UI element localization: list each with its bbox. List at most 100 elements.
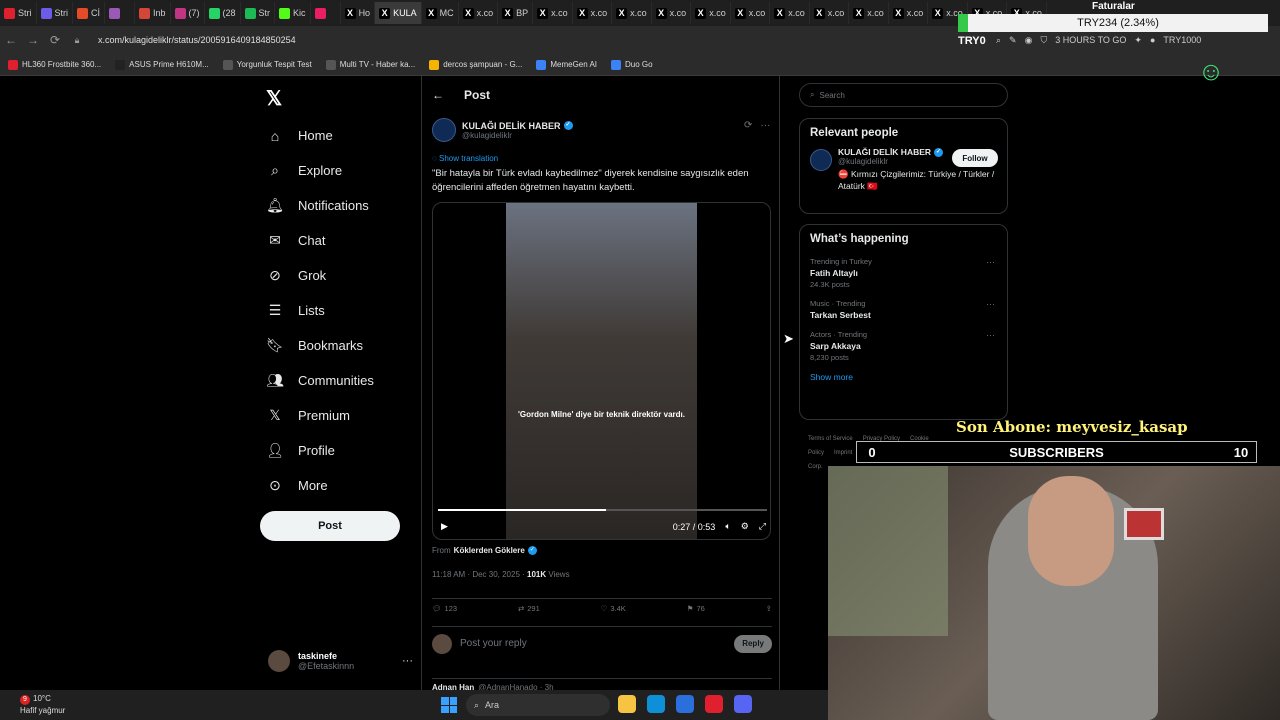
search-input[interactable]: ⌕ Search xyxy=(799,83,1008,107)
trend-item[interactable]: Trending in Turkey Fatih Altaylı 24.3K pos… xyxy=(800,253,1007,295)
url-field[interactable]: x.com/kulagideliklr/status/2005916409184… xyxy=(98,35,296,45)
grok-icon[interactable]: ⟳ xyxy=(744,120,752,131)
bookmark-item[interactable]: Yorgunluk Tespit Test xyxy=(222,59,312,70)
post-timestamp[interactable]: 11:18 AM · Dec 30, 2025 · xyxy=(432,570,525,579)
browser-tab[interactable]: Xx.co xyxy=(612,2,652,24)
browser-tab[interactable]: Xx.co xyxy=(849,2,889,24)
follow-button[interactable]: Follow xyxy=(952,149,998,167)
sidebar-item-profile[interactable]: 👤︎ Profile xyxy=(266,433,374,468)
browser-tab[interactable]: (28 xyxy=(205,2,241,24)
trend-item[interactable]: Actors · Trending Sarp Akkaya 8,230 posts ·… xyxy=(800,326,1007,368)
repost-action[interactable]: ⇄ 291 xyxy=(518,599,540,614)
search-icon[interactable]: ⌕ xyxy=(996,35,1001,46)
windows-start-icon[interactable] xyxy=(441,697,457,713)
browser-tab[interactable] xyxy=(105,2,135,24)
browser-tab[interactable]: Xx.co xyxy=(691,2,731,24)
file-explorer-icon[interactable] xyxy=(618,695,636,713)
browser-tab[interactable]: Str xyxy=(241,2,276,24)
forward-nav-icon[interactable]: → xyxy=(22,33,44,47)
sidebar-item-explore[interactable]: ⌕ Explore xyxy=(266,153,374,188)
sidebar-item-home[interactable]: ⌂ Home xyxy=(266,118,374,153)
sidebar-item-premium[interactable]: 𝕏 Premium xyxy=(266,398,374,433)
browser-tab[interactable]: Xx.co xyxy=(573,2,613,24)
browser-tab[interactable]: (7) xyxy=(171,2,205,24)
footer-link[interactable]: Imprint xyxy=(834,450,852,456)
sidebar-item-bookmarks[interactable]: 🔖︎ Bookmarks xyxy=(266,328,374,363)
browser-tab[interactable]: X KULA xyxy=(375,2,422,24)
shield-icon[interactable]: ⛉ xyxy=(1040,35,1047,46)
browser-tab[interactable]: Xx.co xyxy=(770,2,810,24)
edge-icon[interactable] xyxy=(647,695,665,713)
trend-item[interactable]: Music · Trending Tarkan Serbest ··· xyxy=(800,295,1007,326)
sidebar-item-lists[interactable]: ☰ Lists xyxy=(266,293,374,328)
source-name[interactable]: Köklerden Göklere xyxy=(454,546,525,555)
bookmark-item[interactable]: MemeGen AI xyxy=(536,59,597,70)
browser-tab[interactable]: Xx.co xyxy=(889,2,929,24)
share-icon[interactable]: ⇪ xyxy=(766,599,772,614)
post-button[interactable]: Post xyxy=(260,511,400,541)
relevant-person[interactable]: KULAĞI DELİK HABER ✓ @kulagideliklr ⛔ Kı… xyxy=(800,147,1007,202)
browser-tab[interactable]: Cİ xyxy=(73,2,105,24)
reply-input[interactable]: Post your reply xyxy=(460,638,527,649)
volume-icon[interactable]: 🔈︎ xyxy=(725,521,730,532)
site-info-icon[interactable]: 🔒︎ xyxy=(66,35,88,46)
more-icon[interactable]: ··· xyxy=(986,257,995,267)
reply-button[interactable]: Reply xyxy=(734,634,772,653)
extension-icon[interactable]: ✦ xyxy=(1134,35,1142,46)
browser-tab[interactable]: X MC xyxy=(422,2,459,24)
sidebar-item-more[interactable]: ⊙ More xyxy=(266,468,374,503)
play-icon[interactable]: ▶ xyxy=(441,521,448,532)
bookmark-action[interactable]: ⚑ 76 xyxy=(687,599,705,614)
like-action[interactable]: ♡ 3.4K xyxy=(601,599,626,614)
sidebar-item-chat[interactable]: ✉ Chat xyxy=(266,223,374,258)
bookmark-item[interactable]: Multi TV - Haber ka... xyxy=(325,59,415,70)
avatar[interactable] xyxy=(810,149,832,171)
more-icon[interactable]: ··· xyxy=(986,330,995,340)
relevant-name[interactable]: KULAĞI DELİK HABER xyxy=(838,147,931,157)
browser-tab[interactable]: X BP xyxy=(498,2,534,24)
sidebar-item-communities[interactable]: 👥︎ Communities xyxy=(266,363,374,398)
author-name[interactable]: KULAĞI DELİK HABER xyxy=(462,121,561,131)
back-nav-icon[interactable]: ← xyxy=(0,33,22,47)
post-author[interactable]: KULAĞI DELİK HABER ✓ @kulagideliklr xyxy=(432,118,573,142)
browser-tab[interactable]: X Ho xyxy=(341,2,376,24)
browser-tab[interactable]: Xx.co xyxy=(533,2,573,24)
browser-tab[interactable]: Xx.co xyxy=(459,2,499,24)
browser-tab[interactable]: Inb xyxy=(135,2,171,24)
store-icon[interactable] xyxy=(676,695,694,713)
sidebar-item-notifications[interactable]: 🔔︎ Notifications xyxy=(266,188,374,223)
reload-icon[interactable]: ⟳ xyxy=(44,33,66,47)
browser-tab[interactable]: Stri xyxy=(37,2,73,24)
opera-icon[interactable] xyxy=(705,695,723,713)
settings-icon[interactable]: ⚙ xyxy=(741,521,749,532)
browser-tab[interactable]: Xx.co xyxy=(810,2,850,24)
bookmark-item[interactable]: dercos şampuan - G... xyxy=(429,59,522,70)
browser-tab[interactable]: Kic xyxy=(275,2,311,24)
more-icon[interactable]: ··· xyxy=(760,120,770,131)
account-switcher[interactable]: taskinefe @Efetaskinnn ··· xyxy=(268,646,413,676)
show-translation-link[interactable]: ◌ Show translation xyxy=(432,154,498,163)
x-logo-icon[interactable]: 𝕏 xyxy=(266,86,282,111)
weather-widget[interactable]: 9 10°C Hafif yağmur xyxy=(20,693,65,716)
browser-tab[interactable] xyxy=(311,2,341,24)
avatar[interactable] xyxy=(432,118,456,142)
browser-tab[interactable]: Xx.co xyxy=(731,2,771,24)
more-icon[interactable]: ··· xyxy=(402,655,413,667)
bookmark-item[interactable]: HL360 Frostbite 360... xyxy=(8,59,101,70)
back-arrow-icon[interactable]: ← xyxy=(432,88,444,102)
footer-link[interactable]: Terms of Service xyxy=(808,436,853,442)
reply-action[interactable]: 💬︎ 123 xyxy=(432,599,457,614)
video-player[interactable]: 'Gordon Milne' diye bir teknik direktör … xyxy=(432,202,771,540)
fullscreen-icon[interactable]: ⤢ xyxy=(759,521,766,532)
show-more-link[interactable]: Show more xyxy=(800,368,1007,390)
video-progress-bar[interactable] xyxy=(438,509,767,511)
sidebar-item-grok[interactable]: ⊘ Grok xyxy=(266,258,374,293)
profile-icon[interactable]: ● xyxy=(1150,35,1155,45)
camera-icon[interactable]: ◉ xyxy=(1025,35,1033,46)
taskbar-search[interactable]: ⌕ Ara xyxy=(466,694,610,716)
bookmark-item[interactable]: ASUS Prime H610M... xyxy=(115,59,209,70)
browser-tab[interactable]: Xx.co xyxy=(652,2,692,24)
edit-icon[interactable]: ✎ xyxy=(1009,35,1017,46)
discord-icon[interactable] xyxy=(734,695,752,713)
browser-tab[interactable]: Stri xyxy=(0,2,37,24)
